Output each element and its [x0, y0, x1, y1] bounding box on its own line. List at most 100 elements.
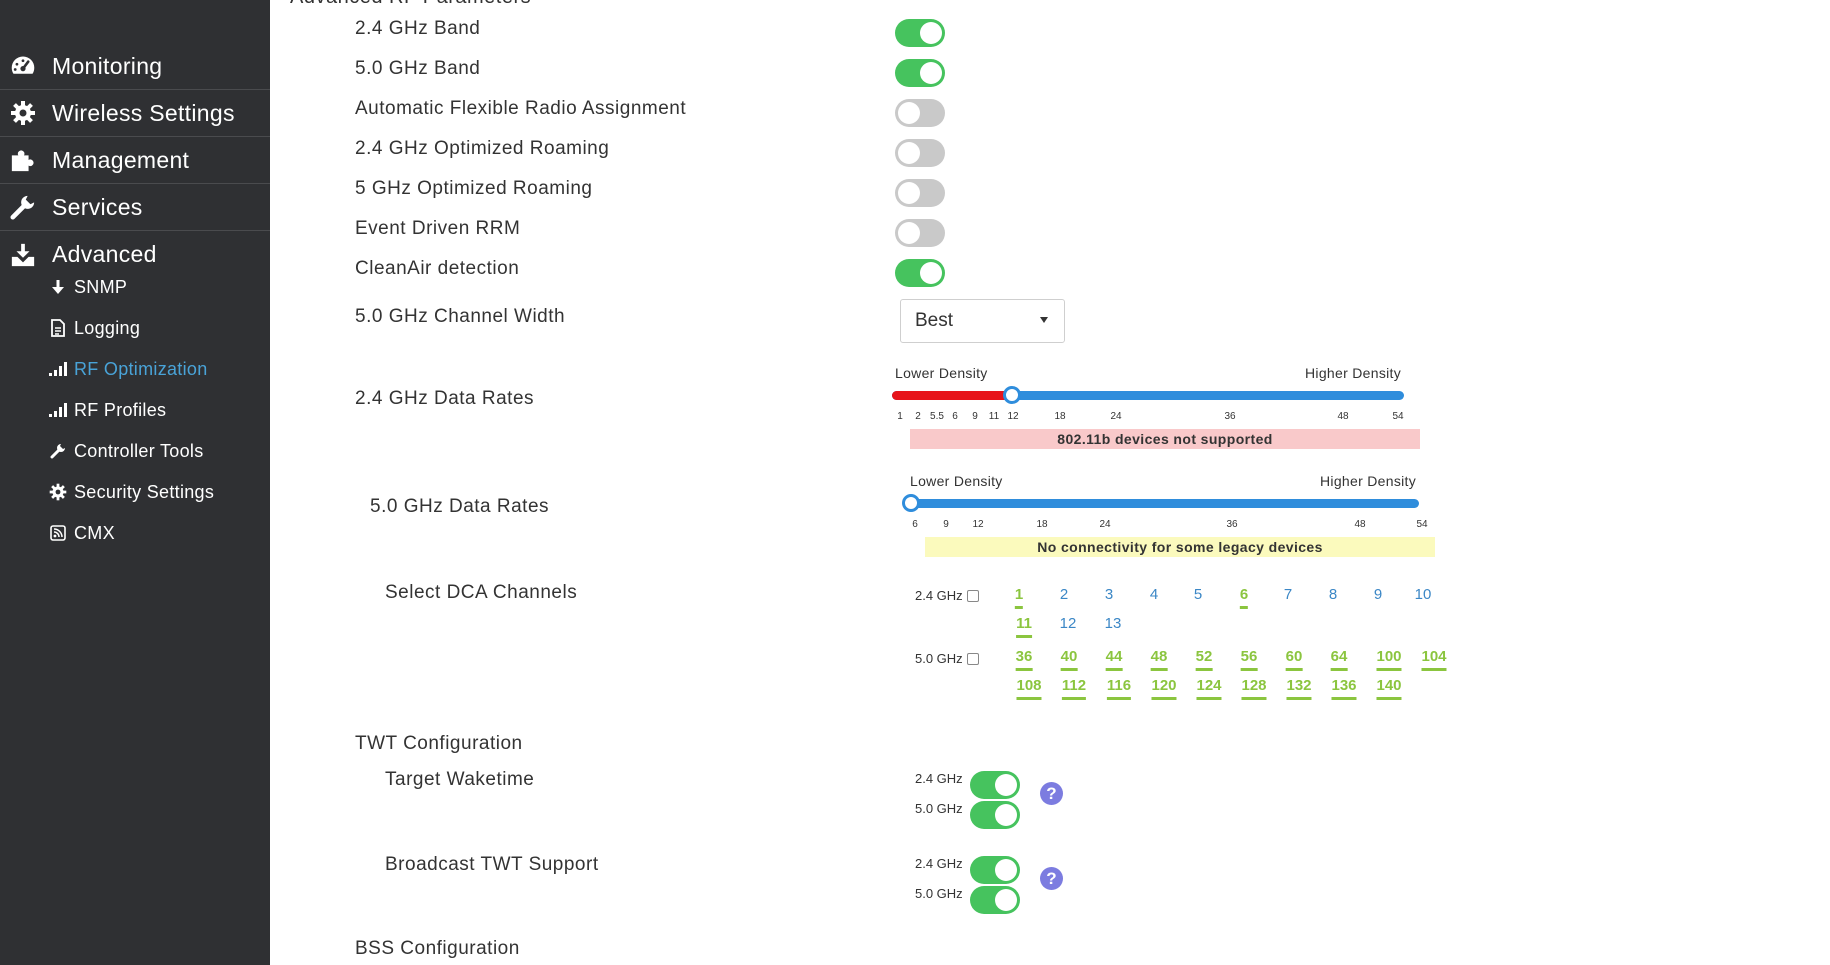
toggle-5ghz-roaming[interactable] [895, 179, 945, 207]
toggle-broadcast-twt-24[interactable] [970, 856, 1020, 884]
slider-tick-label: 5.5 [930, 411, 944, 422]
nav-wireless-settings[interactable]: Wireless Settings [0, 90, 270, 137]
sub-nav-rf-profiles[interactable]: RF Profiles [48, 393, 166, 427]
dca-channel-13[interactable]: 13 [1105, 615, 1122, 632]
rates50-lower-caption: Lower Density [910, 473, 1003, 489]
dca-channel-108[interactable]: 108 [1016, 677, 1042, 700]
nav-advanced[interactable]: Advanced [0, 231, 270, 278]
dca-channel-56[interactable]: 56 [1240, 648, 1258, 671]
download-icon [0, 242, 36, 268]
dca-channel-11[interactable]: 11 [1016, 615, 1032, 638]
toggle-knob [995, 859, 1017, 881]
dca-channel-3[interactable]: 3 [1105, 586, 1113, 603]
toggle-knob [920, 22, 942, 44]
dca-channel-64[interactable]: 64 [1330, 648, 1348, 671]
toggle-target-waketime-24[interactable] [970, 771, 1020, 799]
slider-tick-label: 36 [1224, 411, 1236, 422]
rates24-slider-thumb[interactable] [1003, 386, 1021, 404]
sub-nav-controller-tools-label: Controller Tools [74, 440, 204, 461]
sub-nav-logging-label: Logging [74, 317, 141, 338]
dca-band-24-label: 2.4 GHz [915, 588, 963, 603]
dca-channel-116[interactable]: 116 [1106, 677, 1132, 700]
sub-nav-cmx[interactable]: CMX [48, 516, 115, 550]
toggle-label-cleanair: CleanAir detection [355, 258, 520, 279]
sub-nav-rf-optimization[interactable]: RF Optimization [48, 352, 208, 386]
dca-channel-10[interactable]: 10 [1415, 586, 1432, 603]
sub-nav-controller-tools[interactable]: Controller Tools [48, 434, 204, 468]
toggle-label-5ghz-roaming: 5 GHz Optimized Roaming [355, 178, 593, 199]
dca-channel-52[interactable]: 52 [1195, 648, 1213, 671]
dca-channel-12[interactable]: 12 [1060, 615, 1077, 632]
toggle-24ghz-roaming[interactable] [895, 139, 945, 167]
sub-nav-security-settings[interactable]: Security Settings [48, 475, 214, 509]
dca-channel-9[interactable]: 9 [1374, 586, 1382, 603]
nav-services[interactable]: Services [0, 184, 270, 231]
toggle-label-24ghz-roaming: 2.4 GHz Optimized Roaming [355, 138, 610, 159]
rates50-slider-thumb[interactable] [902, 494, 920, 512]
target-waketime-band-24: 2.4 GHz [915, 771, 963, 786]
dca-channel-112[interactable]: 112 [1061, 677, 1087, 700]
rates50-slider-track[interactable] [907, 499, 1419, 508]
sub-nav-logging[interactable]: Logging [48, 311, 140, 345]
dca-channel-2[interactable]: 2 [1060, 586, 1068, 603]
dca-channel-36[interactable]: 36 [1015, 648, 1033, 671]
dca-channel-140[interactable]: 140 [1376, 677, 1402, 700]
dca-channel-5[interactable]: 5 [1194, 586, 1202, 603]
dca-channel-100[interactable]: 100 [1376, 648, 1402, 671]
dca-50-select-all-checkbox[interactable] [966, 652, 979, 665]
channel-width-select[interactable]: Best [900, 299, 1065, 343]
dca-channel-6[interactable]: 6 [1239, 586, 1249, 609]
toggle-label-50ghz-band: 5.0 GHz Band [355, 58, 481, 79]
caret-down-icon [1040, 317, 1048, 323]
sub-nav-rf-profiles-label: RF Profiles [74, 399, 167, 420]
broadcast-twt-help-icon[interactable]: ? [1040, 867, 1063, 890]
target-waketime-help-icon[interactable]: ? [1040, 782, 1063, 805]
nav-monitoring[interactable]: Monitoring [0, 43, 270, 90]
nav-advanced-label: Advanced [52, 241, 157, 267]
slider-tick-label: 2 [915, 411, 921, 422]
dca-channel-120[interactable]: 120 [1151, 677, 1177, 700]
slider-tick-label: 11 [988, 411, 1000, 422]
signal-bars-icon [48, 403, 68, 417]
broadcast-twt-band-50: 5.0 GHz [915, 886, 963, 901]
dca-channel-104[interactable]: 104 [1421, 648, 1447, 671]
dca-channel-132[interactable]: 132 [1286, 677, 1312, 700]
toggle-label-24ghz-band: 2.4 GHz Band [355, 18, 481, 39]
dca-channel-60[interactable]: 60 [1285, 648, 1303, 671]
dca-channel-7[interactable]: 7 [1284, 586, 1292, 603]
toggle-cleanair[interactable] [895, 259, 945, 287]
toggle-24ghz-band[interactable] [895, 19, 945, 47]
toggle-event-driven-rrm[interactable] [895, 219, 945, 247]
dca-channel-44[interactable]: 44 [1105, 648, 1123, 671]
toggle-knob [898, 182, 920, 204]
sub-nav-snmp[interactable]: SNMP [48, 270, 127, 304]
toggle-knob [920, 62, 942, 84]
nav-management[interactable]: Management [0, 137, 270, 184]
sub-nav-cmx-label: CMX [74, 522, 115, 543]
dca-channel-128[interactable]: 128 [1241, 677, 1267, 700]
target-waketime-band-50: 5.0 GHz [915, 801, 963, 816]
slider-tick-label: 9 [972, 411, 978, 422]
toggle-broadcast-twt-50[interactable] [970, 886, 1020, 914]
sub-nav-rf-optimization-label: RF Optimization [74, 358, 208, 379]
toggle-knob [898, 102, 920, 124]
dca-24-select-all-checkbox[interactable] [966, 589, 979, 602]
dca-channel-124[interactable]: 124 [1196, 677, 1222, 700]
dca-band-24: 2.4 GHz [915, 588, 979, 603]
slider-tick-label: 18 [1054, 411, 1066, 422]
dca-channel-40[interactable]: 40 [1060, 648, 1078, 671]
nav-management-label: Management [52, 146, 190, 173]
slider-tick-label: 1 [897, 411, 903, 422]
nav-services-label: Services [52, 193, 143, 220]
dca-channel-4[interactable]: 4 [1150, 586, 1158, 603]
dca-channel-136[interactable]: 136 [1331, 677, 1357, 700]
toggle-target-waketime-50[interactable] [970, 801, 1020, 829]
dca-channel-8[interactable]: 8 [1329, 586, 1337, 603]
channel-width-label: 5.0 GHz Channel Width [355, 306, 566, 327]
toggle-flexible-radio[interactable] [895, 99, 945, 127]
dca-channel-1[interactable]: 1 [1014, 586, 1024, 609]
rates24-warning-banner: 802.11b devices not supported [910, 429, 1420, 449]
toggle-50ghz-band[interactable] [895, 59, 945, 87]
slider-tick-label: 6 [912, 519, 918, 530]
dca-channel-48[interactable]: 48 [1150, 648, 1168, 671]
